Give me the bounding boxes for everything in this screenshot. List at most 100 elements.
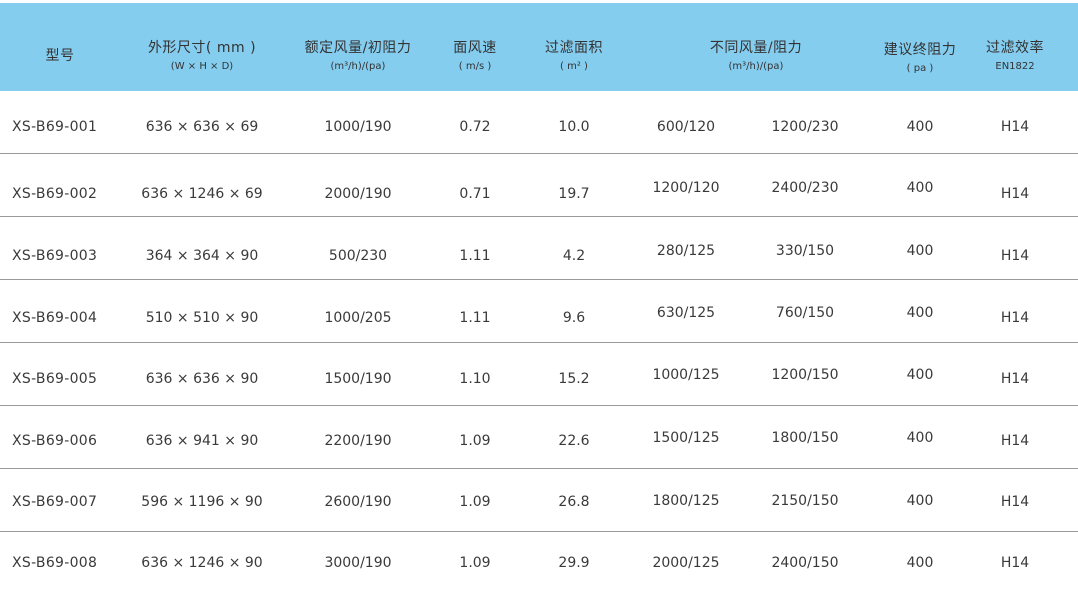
header-area: 过滤面积 ( m² ) <box>526 3 622 91</box>
table-row: XS-B69-002 636 × 1246 × 69 2000/190 0.71… <box>0 154 1078 217</box>
cell-rated: 1500/190 <box>324 371 392 387</box>
cell-model: XS-B69-007 <box>12 494 98 510</box>
cell-area: 19.7 <box>558 186 590 202</box>
table-header: 型号 外形尺寸( mm ) (W × H × D) 额定风量/初阻力 (m³/h… <box>0 3 1078 91</box>
cell-efficiency: H14 <box>1000 186 1030 202</box>
spec-table: 型号 外形尺寸( mm ) (W × H × D) 额定风量/初阻力 (m³/h… <box>0 0 1078 595</box>
cell-velocity: 1.11 <box>459 310 491 326</box>
header-rated: 额定风量/初阻力 (m³/h)/(pa) <box>288 3 428 91</box>
header-efficiency: 过滤效率 EN1822 <box>972 3 1058 91</box>
cell-velocity: 1.09 <box>459 433 491 449</box>
cell-size: 636 × 941 × 90 <box>145 433 259 449</box>
cell-efficiency: H14 <box>1000 555 1030 571</box>
cell-final: 400 <box>906 367 934 383</box>
cell-flow-1: 280/125 <box>656 243 716 259</box>
cell-flow-1: 1200/120 <box>652 180 720 196</box>
cell-area: 22.6 <box>558 433 590 449</box>
header-model-title: 型号 <box>45 48 75 64</box>
table-row: XS-B69-007 596 × 1196 × 90 2600/190 1.09… <box>0 469 1078 532</box>
cell-rated: 2000/190 <box>324 186 392 202</box>
cell-flow-2: 760/150 <box>775 305 835 321</box>
cell-size: 510 × 510 × 90 <box>145 310 259 326</box>
cell-velocity: 1.09 <box>459 555 491 571</box>
cell-size: 636 × 1246 × 90 <box>141 555 263 571</box>
cell-size: 596 × 1196 × 90 <box>141 494 263 510</box>
cell-model: XS-B69-001 <box>12 119 98 135</box>
cell-velocity: 1.10 <box>459 371 491 387</box>
cell-efficiency: H14 <box>1000 433 1030 449</box>
header-model: 型号 <box>0 3 120 91</box>
cell-flow-1: 1000/125 <box>652 367 720 383</box>
cell-velocity: 1.11 <box>459 248 491 264</box>
cell-flow-2: 1200/230 <box>771 119 839 135</box>
cell-final: 400 <box>906 555 934 571</box>
cell-model: XS-B69-004 <box>12 310 98 326</box>
header-area-unit: ( m² ) <box>560 61 588 72</box>
header-size-title: 外形尺寸( mm ) <box>147 40 257 56</box>
cell-rated: 1000/190 <box>324 119 392 135</box>
cell-efficiency: H14 <box>1000 371 1030 387</box>
cell-area: 10.0 <box>558 119 590 135</box>
cell-area: 4.2 <box>562 248 586 264</box>
header-flows: 不同风量/阻力 (m³/h)/(pa) <box>636 3 876 91</box>
cell-velocity: 0.72 <box>459 119 491 135</box>
cell-final: 400 <box>906 430 934 446</box>
cell-flow-1: 1800/125 <box>652 493 720 509</box>
cell-rated: 500/230 <box>328 248 388 264</box>
header-velocity: 面风速 ( m/s ) <box>436 3 514 91</box>
header-size: 外形尺寸( mm ) (W × H × D) <box>122 3 282 91</box>
cell-model: XS-B69-003 <box>12 248 98 264</box>
header-final: 建议终阻力 ( pa ) <box>870 3 970 91</box>
cell-efficiency: H14 <box>1000 248 1030 264</box>
cell-flow-2: 330/150 <box>775 243 835 259</box>
cell-rated: 2600/190 <box>324 494 392 510</box>
table-row: XS-B69-005 636 × 636 × 90 1500/190 1.10 … <box>0 343 1078 406</box>
header-flows-unit: (m³/h)/(pa) <box>728 61 784 72</box>
cell-final: 400 <box>906 119 934 135</box>
cell-velocity: 0.71 <box>459 186 491 202</box>
header-velocity-unit: ( m/s ) <box>458 61 492 72</box>
header-efficiency-unit: EN1822 <box>995 61 1035 72</box>
cell-flow-1: 1500/125 <box>652 430 720 446</box>
cell-size: 364 × 364 × 90 <box>145 248 259 264</box>
table-row: XS-B69-008 636 × 1246 × 90 3000/190 1.09… <box>0 532 1078 594</box>
header-velocity-title: 面风速 <box>453 40 497 56</box>
cell-rated: 2200/190 <box>324 433 392 449</box>
cell-area: 26.8 <box>558 494 590 510</box>
cell-model: XS-B69-002 <box>12 186 98 202</box>
cell-flow-2: 1800/150 <box>771 430 839 446</box>
cell-efficiency: H14 <box>1000 119 1030 135</box>
cell-efficiency: H14 <box>1000 310 1030 326</box>
cell-final: 400 <box>906 180 934 196</box>
table-row: XS-B69-004 510 × 510 × 90 1000/205 1.11 … <box>0 280 1078 343</box>
table-row: XS-B69-006 636 × 941 × 90 2200/190 1.09 … <box>0 406 1078 469</box>
header-area-title: 过滤面积 <box>545 40 603 56</box>
header-final-unit: ( pa ) <box>906 63 934 74</box>
header-flows-title: 不同风量/阻力 <box>709 40 803 56</box>
cell-final: 400 <box>906 243 934 259</box>
cell-final: 400 <box>906 493 934 509</box>
cell-size: 636 × 636 × 69 <box>145 119 259 135</box>
cell-area: 15.2 <box>558 371 590 387</box>
cell-model: XS-B69-005 <box>12 371 98 387</box>
header-efficiency-title: 过滤效率 <box>986 40 1044 56</box>
header-rated-title: 额定风量/初阻力 <box>304 40 412 56</box>
cell-model: XS-B69-008 <box>12 555 98 571</box>
cell-velocity: 1.09 <box>459 494 491 510</box>
cell-rated: 3000/190 <box>324 555 392 571</box>
header-rated-unit: (m³/h)/(pa) <box>330 61 386 72</box>
header-final-title: 建议终阻力 <box>883 42 957 58</box>
cell-model: XS-B69-006 <box>12 433 98 449</box>
cell-area: 9.6 <box>562 310 586 326</box>
cell-flow-2: 2400/230 <box>771 180 839 196</box>
cell-area: 29.9 <box>558 555 590 571</box>
header-size-unit: (W × H × D) <box>170 61 234 72</box>
table-row: XS-B69-003 364 × 364 × 90 500/230 1.11 4… <box>0 217 1078 280</box>
cell-flow-1: 600/120 <box>656 119 716 135</box>
cell-flow-2: 1200/150 <box>771 367 839 383</box>
cell-flow-1: 630/125 <box>656 305 716 321</box>
cell-flow-2: 2400/150 <box>771 555 839 571</box>
cell-flow-1: 2000/125 <box>652 555 720 571</box>
cell-rated: 1000/205 <box>324 310 392 326</box>
table-row: XS-B69-001 636 × 636 × 69 1000/190 0.72 … <box>0 92 1078 154</box>
